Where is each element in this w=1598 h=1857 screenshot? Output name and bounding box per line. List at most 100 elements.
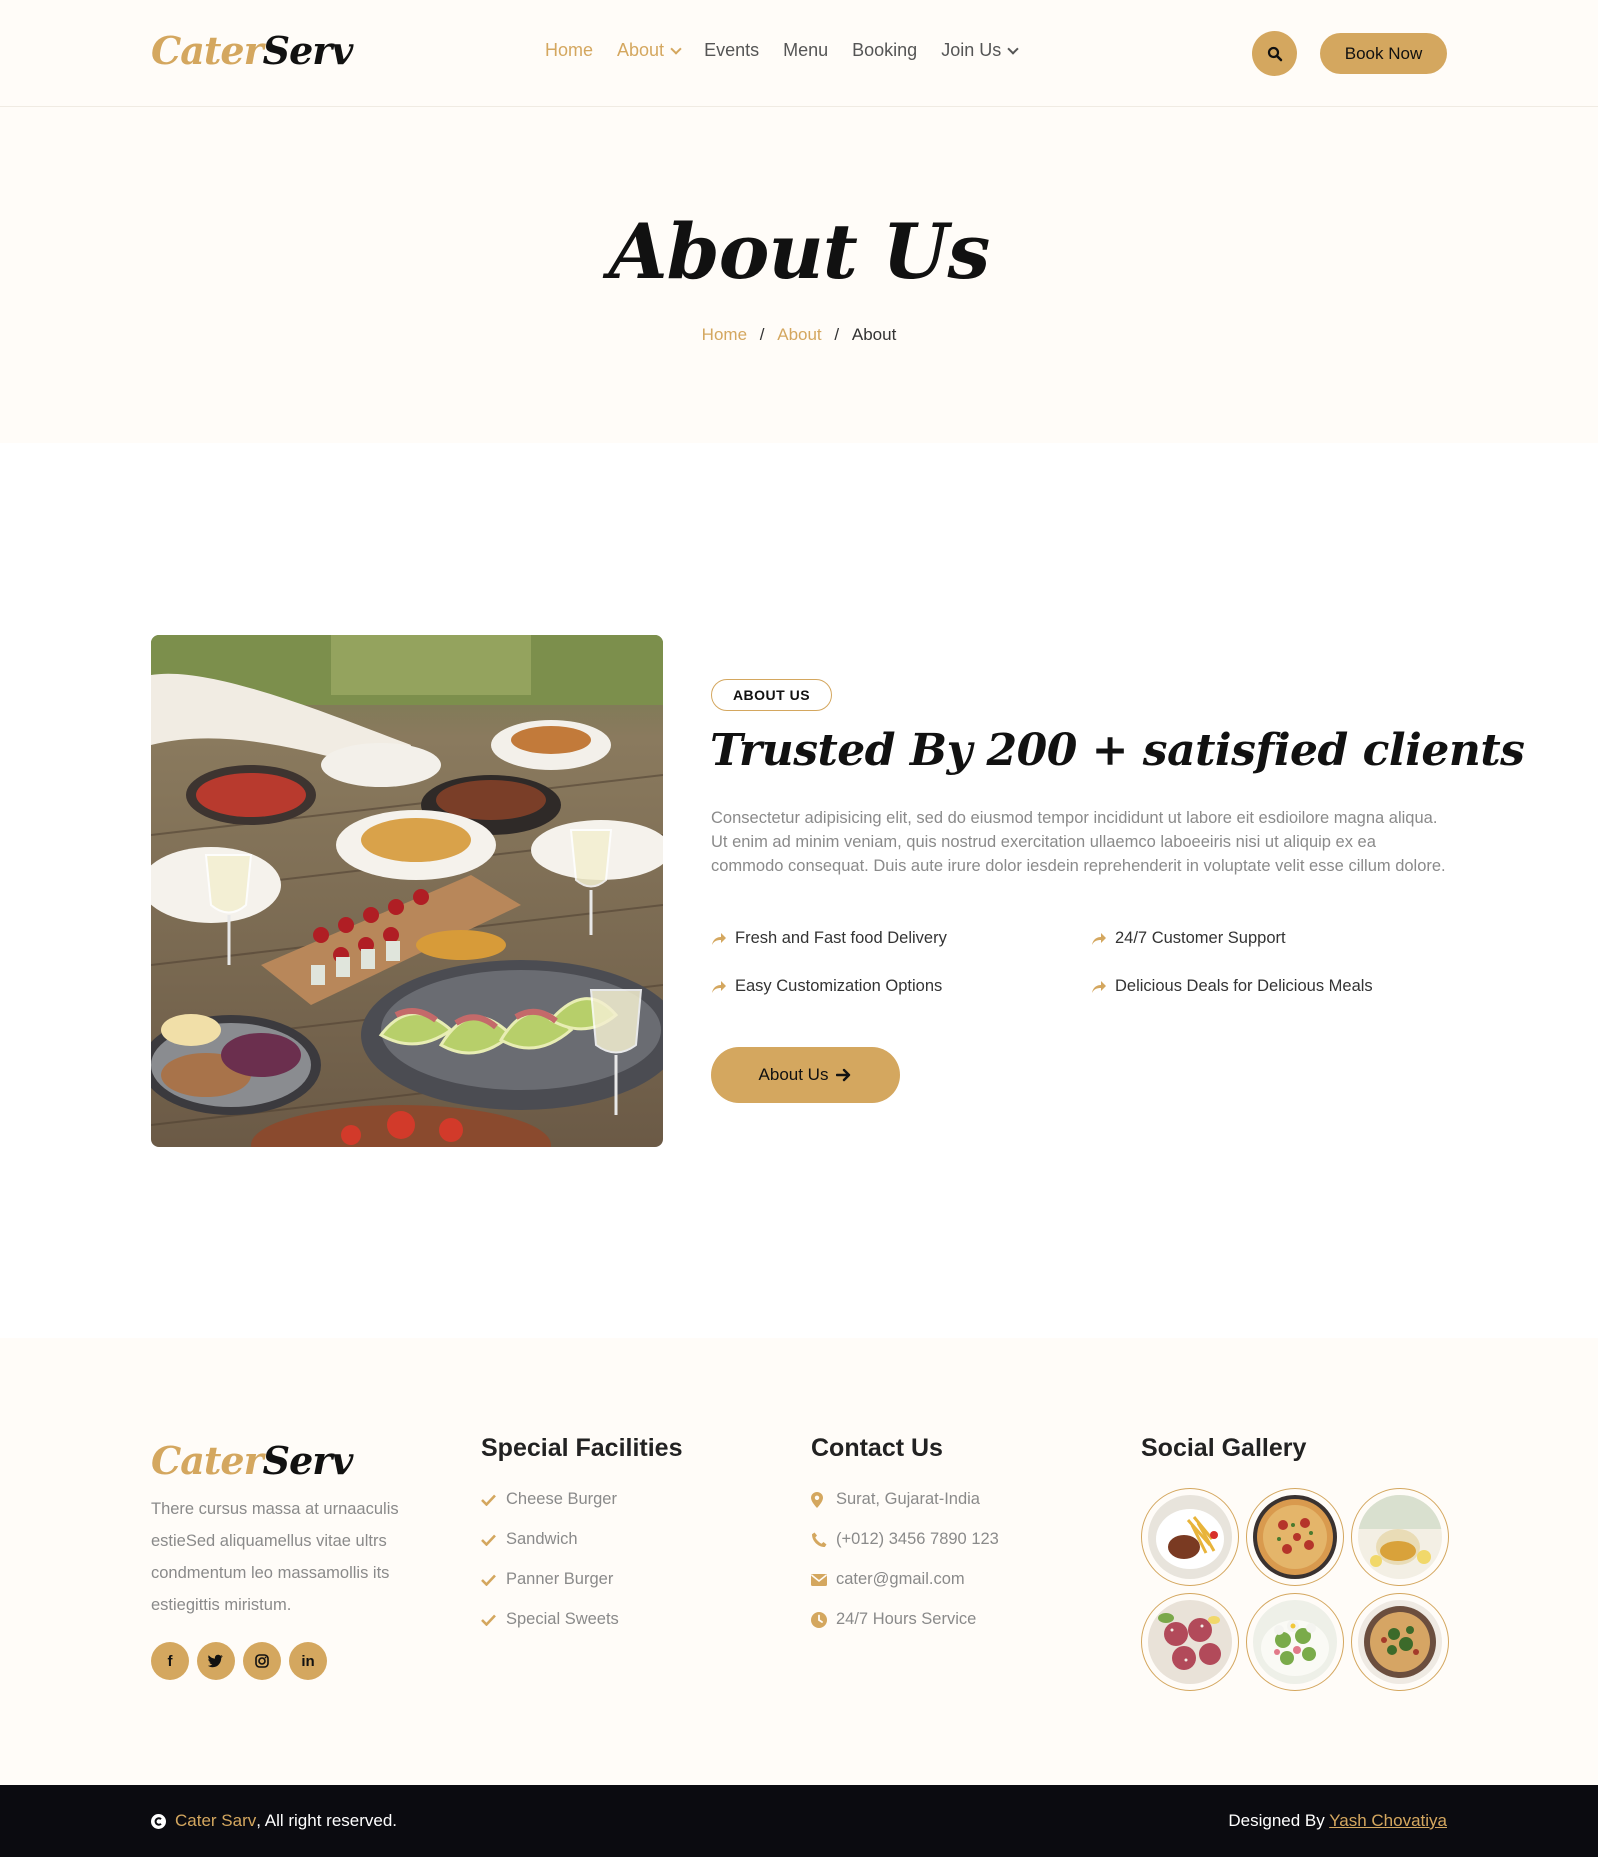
facilities-heading: Special Facilities (481, 1434, 683, 1462)
facebook-button[interactable]: f (151, 1642, 189, 1680)
nav-join-us[interactable]: Join Us (941, 40, 1019, 61)
copyright-brand[interactable]: Cater Sarv (175, 1811, 256, 1831)
breadcrumb-current: About (851, 325, 897, 344)
breadcrumb: Home / About / About (0, 325, 1598, 345)
gallery-image (1358, 1600, 1442, 1684)
food-table-illustration (151, 635, 663, 1147)
facility-item[interactable]: Sandwich (481, 1530, 578, 1549)
main-nav: Home About Events Menu Booking Join Us (545, 40, 1041, 61)
feature-label: 24/7 Customer Support (1115, 929, 1286, 947)
brand-logo[interactable]: CaterServ (151, 28, 354, 73)
search-button[interactable] (1252, 31, 1297, 76)
logo-part2: Serv (262, 1438, 354, 1483)
copyright-icon (151, 1813, 166, 1829)
chevron-down-icon (670, 42, 682, 55)
about-badge: ABOUT US (711, 679, 832, 711)
contact-label: (+012) 3456 7890 123 (836, 1530, 999, 1548)
contact-hours: 24/7 Hours Service (811, 1610, 976, 1629)
linkedin-icon: in (301, 1652, 315, 1670)
book-now-button[interactable]: Book Now (1320, 33, 1447, 74)
feature-label: Fresh and Fast food Delivery (735, 929, 947, 947)
feature-item: Easy Customization Options (711, 977, 942, 996)
gallery-thumb-pizza-herbs[interactable] (1351, 1593, 1449, 1691)
nav-home[interactable]: Home (545, 40, 593, 61)
nav-home-label: Home (545, 40, 594, 60)
gallery-thumb-tea[interactable] (1351, 1488, 1449, 1586)
gallery-thumb-steak-fries[interactable] (1141, 1488, 1239, 1586)
contact-label: cater@gmail.com (836, 1570, 965, 1588)
facebook-icon: f (167, 1652, 173, 1670)
chevron-down-icon (1007, 42, 1019, 55)
logo-part1: Cater (151, 1438, 264, 1483)
nav-events-label: Events (704, 40, 760, 60)
contact-label: Surat, Gujarat-India (836, 1490, 980, 1508)
copyright-text: , All right reserved. (256, 1811, 398, 1830)
about-us-button-label: About Us (758, 1065, 829, 1084)
gallery-thumb-salami[interactable] (1141, 1593, 1239, 1691)
logo-part1: Cater (151, 28, 264, 73)
email-icon (811, 1573, 827, 1586)
location-icon (811, 1491, 823, 1508)
nav-about[interactable]: About (617, 40, 682, 61)
contact-address: Surat, Gujarat-India (811, 1490, 980, 1509)
gallery-image (1253, 1600, 1337, 1684)
about-image (151, 635, 663, 1147)
phone-icon (812, 1532, 827, 1547)
check-icon (481, 1574, 496, 1586)
footer-about-text: There cursus massa at urnaaculis estieSe… (151, 1500, 399, 1614)
gallery-image (1148, 1600, 1232, 1684)
designed-by-label: Designed By (1228, 1811, 1330, 1830)
feature-label: Delicious Deals for Delicious Meals (1115, 977, 1373, 995)
clock-icon (811, 1611, 827, 1628)
nav-menu[interactable]: Menu (783, 40, 828, 61)
contact-email[interactable]: cater@gmail.com (811, 1570, 965, 1589)
check-icon (481, 1614, 496, 1626)
linkedin-button[interactable]: in (289, 1642, 327, 1680)
twitter-button[interactable] (197, 1642, 235, 1680)
gallery-thumb-pizza[interactable] (1246, 1488, 1344, 1586)
instagram-icon (255, 1654, 269, 1668)
facility-label: Cheese Burger (506, 1490, 617, 1508)
gallery-thumb-salad[interactable] (1246, 1593, 1344, 1691)
copyright-bar: Cater Sarv, All right reserved. Designed… (0, 1785, 1598, 1857)
navbar: CaterServ Home About Events Menu Booking… (0, 0, 1598, 107)
designer-link[interactable]: Yash Chovatiya (1329, 1811, 1447, 1830)
check-icon (481, 1494, 496, 1506)
instagram-button[interactable] (243, 1642, 281, 1680)
breadcrumb-separator: / (834, 325, 840, 344)
contact-heading: Contact Us (811, 1434, 943, 1462)
search-icon (1267, 46, 1282, 61)
nav-booking[interactable]: Booking (852, 40, 917, 61)
footer-logo[interactable]: CaterServ (151, 1438, 354, 1483)
logo-part2: Serv (262, 28, 354, 73)
gallery-heading: Social Gallery (1141, 1434, 1307, 1462)
facility-item[interactable]: Special Sweets (481, 1610, 619, 1629)
page-title: About Us (608, 207, 991, 296)
nav-menu-label: Menu (783, 40, 829, 60)
facility-item[interactable]: Panner Burger (481, 1570, 613, 1589)
about-heading: Trusted By 200 + satisfied clients (710, 725, 1525, 776)
gallery-image (1253, 1495, 1337, 1579)
copyright: Cater Sarv, All right reserved. (151, 1811, 397, 1831)
breadcrumb-separator: / (759, 325, 765, 344)
about-description: Consectetur adipisicing elit, sed do eiu… (711, 809, 1446, 875)
share-arrow-icon (1092, 980, 1106, 993)
facility-label: Panner Burger (506, 1570, 614, 1588)
nav-booking-label: Booking (852, 40, 918, 60)
breadcrumb-about-link[interactable]: About (777, 325, 821, 344)
twitter-icon (208, 1654, 223, 1668)
arrow-right-icon (836, 1068, 851, 1082)
breadcrumb-home[interactable]: Home (702, 325, 747, 344)
designed-by: Designed By Yash Chovatiya (1228, 1811, 1447, 1831)
share-arrow-icon (712, 932, 726, 945)
page-hero: About Us Home / About / About (0, 107, 1598, 443)
facility-label: Special Sweets (506, 1610, 619, 1628)
nav-events[interactable]: Events (704, 40, 759, 61)
contact-phone[interactable]: (+012) 3456 7890 123 (811, 1530, 999, 1549)
facility-label: Sandwich (506, 1530, 578, 1548)
about-us-button[interactable]: About Us (711, 1047, 900, 1103)
facility-item[interactable]: Cheese Burger (481, 1490, 617, 1509)
share-arrow-icon (1092, 932, 1106, 945)
feature-item: Fresh and Fast food Delivery (711, 929, 947, 948)
footer: CaterServ There cursus massa at urnaacul… (0, 1338, 1598, 1785)
